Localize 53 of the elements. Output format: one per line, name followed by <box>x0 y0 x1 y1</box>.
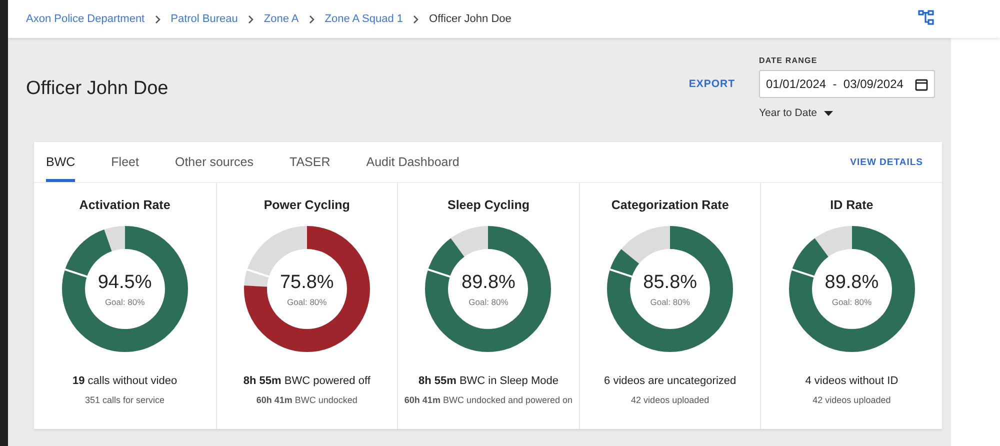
date-range-field[interactable]: 01/01/2024 - 03/09/2024 <box>759 70 935 98</box>
percentage-value: 94.5% <box>98 272 152 294</box>
page-title: Officer John Doe <box>26 78 168 100</box>
date-range-label: DATE RANGE <box>759 56 818 65</box>
view-details-link[interactable]: VIEW DETAILS <box>850 156 923 168</box>
goal-marker <box>608 268 634 278</box>
metric-summary: 6 videos are uncategorized <box>604 375 736 387</box>
metric-detail: 60h 41m BWC undocked and powered on <box>404 395 573 405</box>
hierarchy-icon[interactable] <box>918 10 934 24</box>
percentage-value: 85.8% <box>643 272 698 294</box>
metric-detail: 42 videos uploaded <box>631 395 710 405</box>
breadcrumb-link[interactable]: Zone A <box>264 13 299 25</box>
chevron-icon <box>154 14 161 24</box>
percentage-value: 89.8% <box>462 272 516 294</box>
chevron-icon <box>248 14 254 24</box>
tab[interactable]: BWC <box>46 142 76 182</box>
chevron-icon <box>413 14 420 24</box>
goal-marker <box>246 268 270 278</box>
breadcrumb-link[interactable]: Axon Police Department <box>26 13 145 25</box>
preset-dropdown[interactable]: Year to Date <box>759 107 833 119</box>
goal-label: Goal: 80% <box>650 296 690 306</box>
goal-label: Goal: 80% <box>832 296 872 306</box>
metric-title: ID Rate <box>830 198 874 212</box>
goal-marker <box>427 268 452 278</box>
metric-detail: 351 calls for service <box>85 395 165 405</box>
metric-title: Activation Rate <box>79 198 170 212</box>
export-button[interactable]: EXPORT <box>688 78 735 90</box>
tab[interactable]: Audit Dashboard <box>366 142 460 182</box>
metric-detail: 60h 41m BWC undocked <box>256 395 358 405</box>
chevron-icon <box>308 14 315 24</box>
tab[interactable]: Fleet <box>111 142 139 182</box>
breadcrumb-link[interactable]: Zone A Squad 1 <box>324 13 404 25</box>
breadcrumb-link[interactable]: Patrol Bureau <box>170 13 238 25</box>
goal-label: Goal: 80% <box>287 296 327 306</box>
calendar-icon[interactable] <box>915 78 928 90</box>
metric-summary: 8h 55m BWC in Sleep Mode <box>418 375 558 387</box>
metric-summary: 19 calls without video <box>72 375 178 387</box>
metric-detail: 42 videos uploaded <box>812 395 891 405</box>
metric-title: Power Cycling <box>264 198 350 212</box>
goal-marker <box>64 268 88 278</box>
breadcrumb-link[interactable]: Officer John Doe <box>429 13 512 25</box>
tab[interactable]: TASER <box>289 142 330 182</box>
metric-title: Categorization Rate <box>611 198 729 212</box>
metric-summary: 8h 55m BWC powered off <box>243 375 370 387</box>
caret-icon <box>824 110 833 116</box>
metric-summary: 4 videos without ID <box>805 375 898 387</box>
tab[interactable]: Other sources <box>174 142 254 182</box>
metric-title: Sleep Cycling <box>448 198 530 212</box>
goal-label: Goal: 80% <box>104 296 145 306</box>
goal-marker <box>790 268 815 278</box>
goal-label: Goal: 80% <box>468 296 508 306</box>
percentage-value: 75.8% <box>280 272 334 294</box>
percentage-value: 89.8% <box>824 272 879 294</box>
